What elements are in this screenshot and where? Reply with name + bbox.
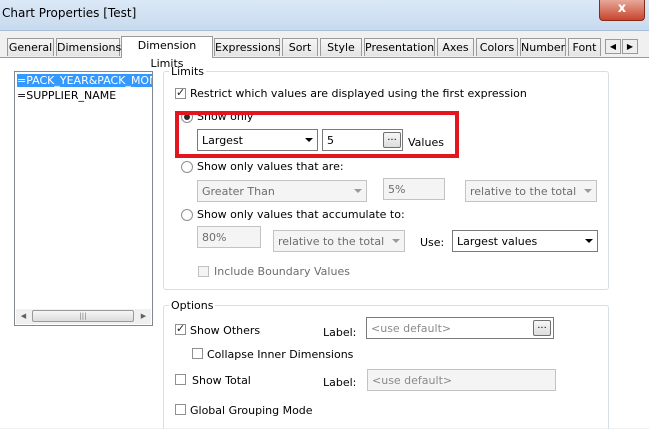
show-others-placeholder: <use default> [371, 322, 452, 335]
show-others-label-caption: Label: [323, 326, 357, 339]
show-total-checkbox[interactable] [175, 374, 186, 385]
use-label: Use: [420, 236, 445, 249]
relative-value-2: relative to the total [278, 235, 385, 248]
include-boundary-checkbox[interactable] [198, 266, 209, 277]
global-grouping-checkbox[interactable] [175, 404, 186, 415]
show-only-values-amount-input[interactable]: 5% [383, 178, 445, 200]
dimension-item-pack-year[interactable]: =PACK_YEAR&PACK_MON [17, 74, 152, 87]
tab-axes[interactable]: Axes [437, 38, 474, 56]
accumulate-amount: 80% [202, 231, 227, 244]
show-total-label-input[interactable]: <use default> [367, 369, 556, 391]
collapse-inner-label: Collapse Inner Dimensions [207, 348, 354, 361]
show-only-values-label: Show only values that are: [197, 160, 344, 173]
tab-presentation[interactable]: Presentation [364, 38, 435, 56]
accumulate-label: Show only values that accumulate to: [197, 208, 405, 221]
relative-dropdown-1[interactable]: relative to the total [465, 180, 597, 202]
collapse-inner-checkbox[interactable] [192, 348, 203, 359]
tab-expressions[interactable]: Expressions [214, 38, 280, 56]
show-others-ellipsis-button[interactable]: ... [533, 320, 551, 336]
global-grouping-label: Global Grouping Mode [190, 404, 313, 417]
tab-dimension-limits[interactable]: Dimension Limits [121, 36, 213, 70]
highlight-box [175, 111, 459, 158]
tab-dimensions[interactable]: Dimensions [56, 38, 121, 56]
title-bar: Chart Properties [Test] x [0, 0, 649, 31]
show-others-label: Show Others [190, 324, 261, 337]
options-legend: Options [171, 299, 214, 312]
tab-style[interactable]: Style [320, 38, 362, 56]
chevron-down-icon [392, 239, 400, 243]
tab-general[interactable]: General [7, 38, 54, 56]
tab-strip: General Dimensions Dimension Limits Expr… [0, 36, 649, 70]
tab-number[interactable]: Number [520, 38, 566, 56]
restrict-label: Restrict which values are displayed usin… [190, 87, 527, 100]
relative-value-1: relative to the total [470, 185, 577, 198]
tab-panel: =PACK_YEAR&PACK_MON =SUPPLIER_NAME ◀ |||… [0, 57, 649, 429]
use-value: Largest values [457, 235, 538, 248]
dimension-item-supplier[interactable]: =SUPPLIER_NAME [17, 89, 116, 102]
chevron-down-icon [585, 239, 593, 243]
include-boundary-label: Include Boundary Values [214, 265, 350, 278]
tab-font[interactable]: Font [568, 38, 601, 56]
show-total-placeholder: <use default> [372, 374, 453, 387]
restrict-checkbox[interactable] [175, 86, 186, 99]
window-title: Chart Properties [Test] [2, 6, 137, 20]
show-only-values-amount: 5% [388, 183, 406, 196]
chevron-down-icon [354, 189, 362, 193]
use-dropdown[interactable]: Largest values [452, 230, 598, 252]
show-only-values-radio[interactable] [181, 161, 193, 173]
operator-value: Greater Than [202, 185, 275, 198]
chevron-down-icon [584, 189, 592, 193]
relative-dropdown-2[interactable]: relative to the total [273, 230, 405, 252]
show-others-checkbox[interactable] [175, 322, 186, 335]
show-others-label-input[interactable]: <use default> ... [366, 317, 554, 339]
show-total-label-caption: Label: [323, 376, 357, 389]
scroll-thumb[interactable]: ||| [32, 310, 134, 322]
accumulate-amount-input[interactable]: 80% [197, 226, 261, 248]
tab-scroll-left-icon[interactable]: ◀ [605, 39, 621, 54]
operator-dropdown[interactable]: Greater Than [197, 180, 367, 202]
close-button[interactable]: x [599, 0, 645, 21]
scroll-right-icon[interactable]: ▶ [136, 309, 151, 324]
tab-sort[interactable]: Sort [282, 38, 318, 56]
tab-scroll-right-icon[interactable]: ▶ [622, 39, 638, 54]
horizontal-scrollbar[interactable]: ◀ ||| ▶ [16, 309, 151, 324]
tab-colors[interactable]: Colors [476, 38, 518, 56]
dimension-list[interactable]: =PACK_YEAR&PACK_MON =SUPPLIER_NAME ◀ |||… [14, 71, 153, 326]
scroll-left-icon[interactable]: ◀ [16, 309, 31, 324]
show-total-label: Show Total [192, 374, 251, 387]
accumulate-radio[interactable] [181, 209, 193, 221]
